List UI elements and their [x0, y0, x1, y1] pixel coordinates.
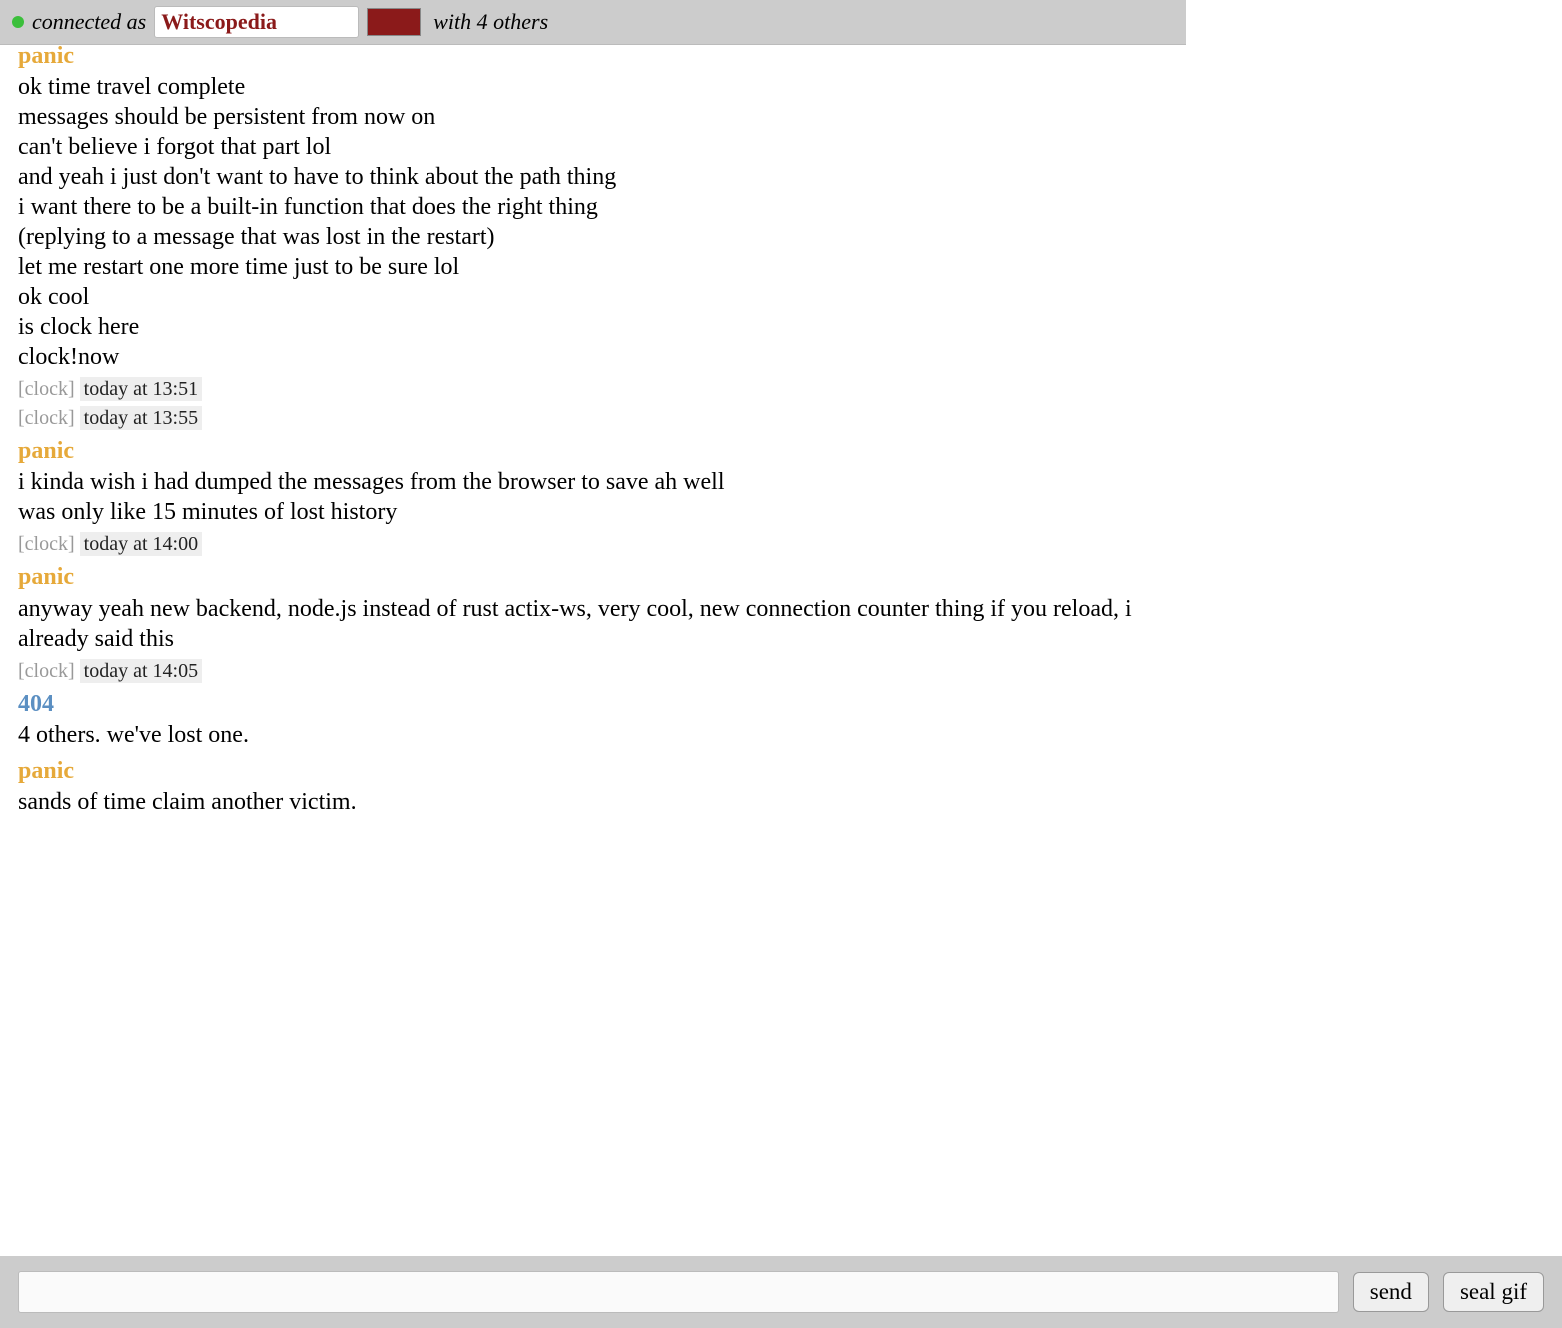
- message-username: panic: [18, 562, 1168, 593]
- system-time: today at 14:00: [80, 532, 202, 556]
- message-line: sands of time claim another victim.: [18, 787, 1168, 817]
- system-message: [clock] today at 13:51: [18, 378, 1168, 401]
- message-line: (replying to a message that was lost in …: [18, 222, 1168, 252]
- message-block: panicok time travel completemessages sho…: [18, 45, 1168, 372]
- message-line: clock!now: [18, 342, 1168, 372]
- system-message: [clock] today at 14:00: [18, 533, 1168, 556]
- system-time: today at 14:05: [80, 659, 202, 683]
- message-line: let me restart one more time just to be …: [18, 252, 1168, 282]
- message-line: 4 others. we've lost one.: [18, 720, 1168, 750]
- send-button[interactable]: send: [1353, 1272, 1429, 1312]
- message-line: ok cool: [18, 282, 1168, 312]
- system-label: [clock]: [18, 533, 80, 555]
- message-username: 404: [18, 689, 1168, 720]
- message-username: panic: [18, 436, 1168, 467]
- header-bar: connected as with 4 others: [0, 0, 1186, 45]
- system-label: [clock]: [18, 660, 80, 682]
- compose-input[interactable]: [18, 1271, 1339, 1313]
- message-line: and yeah i just don't want to have to th…: [18, 162, 1168, 192]
- system-label: [clock]: [18, 407, 80, 429]
- message-username: panic: [18, 45, 1168, 72]
- user-color-swatch[interactable]: [367, 8, 421, 36]
- message-block: 4044 others. we've lost one.: [18, 689, 1168, 750]
- system-time: today at 13:55: [80, 406, 202, 430]
- system-label: [clock]: [18, 378, 80, 400]
- message-line: was only like 15 minutes of lost history: [18, 497, 1168, 527]
- with-others-label: with 4 others: [433, 9, 548, 35]
- username-input[interactable]: [154, 6, 359, 38]
- message-area: panicok time travel completemessages sho…: [0, 45, 1186, 907]
- connection-status-icon: [12, 16, 24, 28]
- message-line: ok time travel complete: [18, 72, 1168, 102]
- seal-gif-button[interactable]: seal gif: [1443, 1272, 1544, 1312]
- message-line: anyway yeah new backend, node.js instead…: [18, 594, 1168, 654]
- message-block: panicsands of time claim another victim.: [18, 756, 1168, 817]
- message-block: panici kinda wish i had dumped the messa…: [18, 436, 1168, 527]
- system-message: [clock] today at 14:05: [18, 660, 1168, 683]
- message-line: i want there to be a built-in function t…: [18, 192, 1168, 222]
- message-username: panic: [18, 756, 1168, 787]
- message-line: messages should be persistent from now o…: [18, 102, 1168, 132]
- footer-bar: send seal gif: [0, 1256, 1562, 1328]
- system-message: [clock] today at 13:55: [18, 407, 1168, 430]
- message-line: is clock here: [18, 312, 1168, 342]
- message-block: panicanyway yeah new backend, node.js in…: [18, 562, 1168, 653]
- message-line: i kinda wish i had dumped the messages f…: [18, 467, 1168, 497]
- message-line: can't believe i forgot that part lol: [18, 132, 1168, 162]
- system-time: today at 13:51: [80, 377, 202, 401]
- connected-as-label: connected as: [32, 9, 146, 35]
